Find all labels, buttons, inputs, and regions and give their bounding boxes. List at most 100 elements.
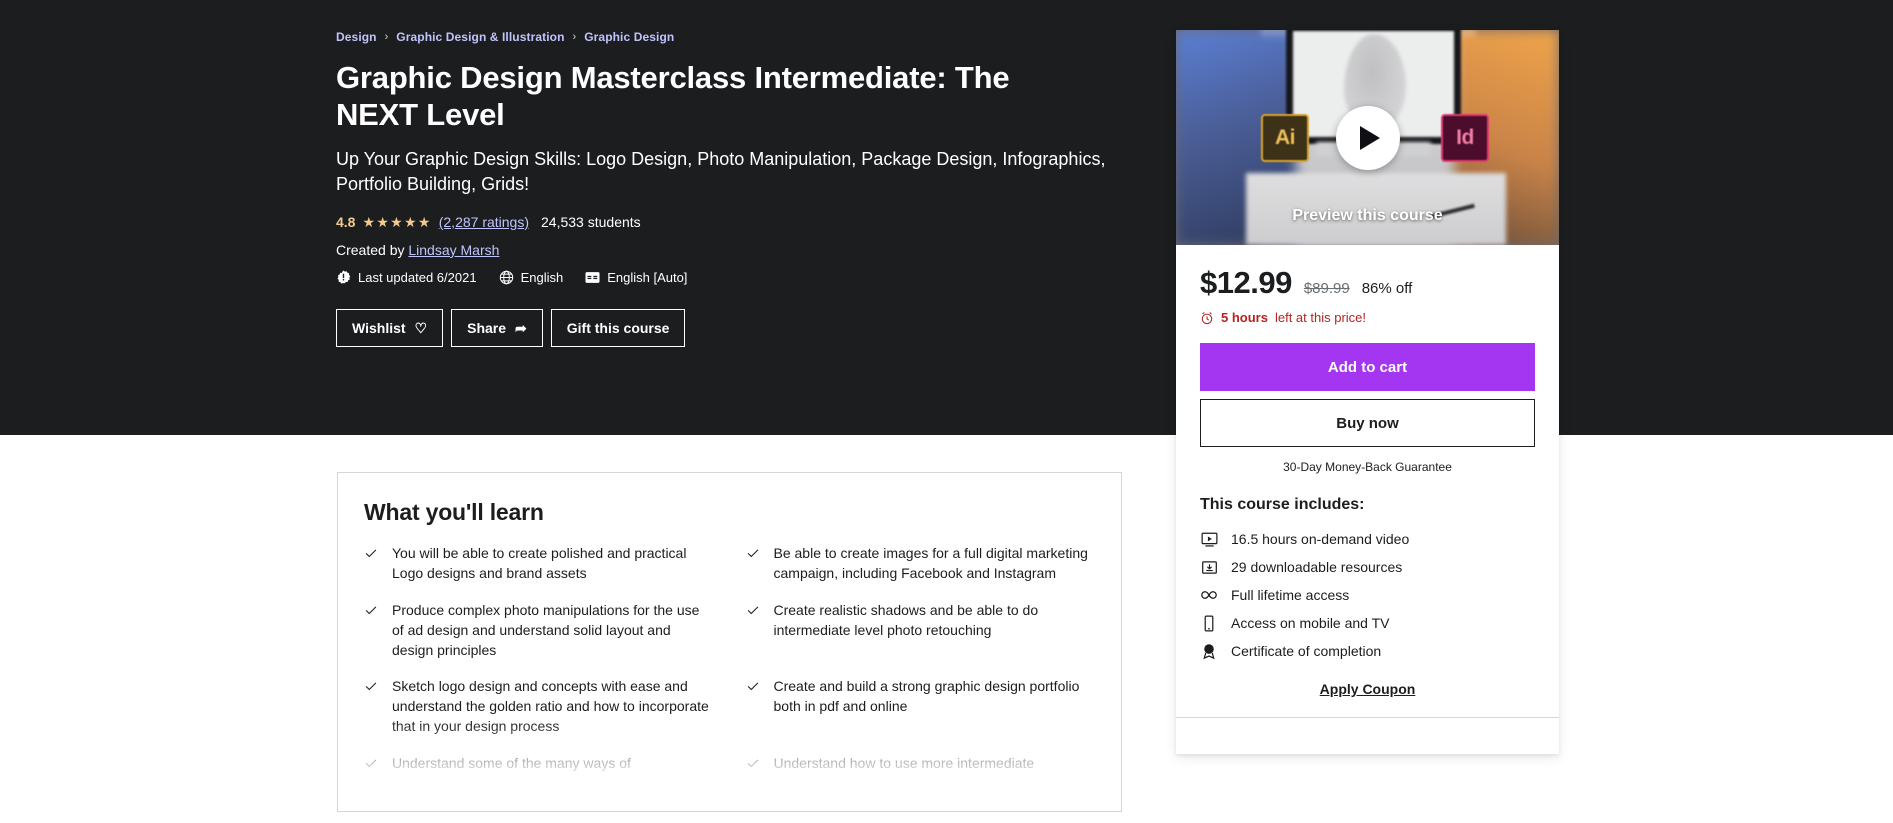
list-item: Sketch logo design and concepts with eas… — [364, 677, 714, 737]
play-icon[interactable] — [1335, 105, 1400, 170]
meta-captions: English [Auto] — [585, 270, 687, 285]
hero-content: Design › Graphic Design & Illustration ›… — [336, 30, 1136, 347]
list-item: You will be able to create polished and … — [364, 544, 714, 584]
check-icon — [746, 679, 760, 698]
students-count: 24,533 students — [541, 213, 641, 230]
learn-item-text: You will be able to create polished and … — [392, 545, 687, 581]
learn-item-text: Sketch logo design and concepts with eas… — [392, 678, 709, 735]
rating-row: 4.8 ★★★★★ (2,287 ratings) 24,533 student… — [336, 214, 1136, 230]
learn-item-text: Produce complex photo manipulations for … — [392, 601, 700, 658]
mobile-device-icon — [1200, 614, 1218, 632]
list-item: Understand how to use more intermediate — [746, 754, 1096, 775]
meta-last-updated: Last updated 6/2021 — [336, 270, 477, 285]
meta-language: English — [499, 269, 564, 285]
list-item: 29 downloadable resources — [1200, 553, 1535, 581]
includes-label: Access on mobile and TV — [1231, 615, 1390, 631]
what-you-will-learn-card: What you'll learn You will be able to cr… — [337, 472, 1122, 812]
breadcrumb-item-graphic-design-illustration[interactable]: Graphic Design & Illustration — [396, 30, 564, 44]
adobe-illustrator-icon: Ai — [1261, 114, 1309, 162]
this-course-includes-title: This course includes: — [1200, 496, 1365, 513]
created-by-label: Created by — [336, 241, 405, 258]
list-item: Produce complex photo manipulations for … — [364, 601, 714, 661]
learn-item-text: Understand some of the many ways of — [392, 755, 631, 771]
list-item: Certificate of completion — [1200, 637, 1535, 665]
check-icon — [364, 679, 378, 698]
course-meta-row: Last updated 6/2021 English English [Aut… — [336, 270, 1136, 285]
alarm-clock-icon — [1200, 311, 1214, 325]
list-item: Access on mobile and TV — [1200, 609, 1535, 637]
heart-icon: ♡ — [414, 319, 428, 336]
gift-course-button[interactable]: Gift this course — [550, 308, 686, 347]
list-item: Create and build a strong graphic design… — [746, 677, 1096, 737]
money-back-guarantee: 30-Day Money-Back Guarantee — [1283, 460, 1452, 474]
info-badge-icon — [336, 270, 351, 285]
infinity-icon — [1200, 586, 1218, 604]
includes-label: Full lifetime access — [1231, 587, 1350, 603]
meta-last-updated-label: Last updated 6/2021 — [358, 269, 477, 285]
includes-label: Certificate of completion — [1231, 643, 1382, 659]
list-item: Create realistic shadows and be able to … — [746, 601, 1096, 661]
check-icon — [364, 546, 378, 565]
download-box-icon — [1200, 558, 1218, 576]
breadcrumb-separator-icon: › — [572, 31, 577, 43]
breadcrumb: Design › Graphic Design & Illustration ›… — [336, 30, 1136, 44]
add-to-cart-button[interactable]: Add to cart — [1200, 343, 1535, 391]
instructor-link[interactable]: Lindsay Marsh — [408, 242, 499, 258]
breadcrumb-separator-icon: › — [384, 31, 389, 43]
globe-icon — [499, 270, 514, 285]
discount-percent: 86% off — [1361, 280, 1413, 297]
course-action-buttons: Wishlist ♡ Share ➦ Gift this course — [336, 308, 1136, 347]
check-icon — [746, 546, 760, 565]
urgency-time: 5 hours — [1221, 310, 1268, 325]
share-button[interactable]: Share ➦ — [451, 308, 543, 347]
course-hero-band: Design › Graphic Design & Illustration ›… — [0, 0, 1893, 435]
award-ribbon-icon — [1200, 642, 1218, 660]
course-subtitle: Up Your Graphic Design Skills: Logo Desi… — [336, 149, 1106, 194]
preview-course-label: Preview this course — [1292, 207, 1443, 224]
rating-value: 4.8 — [336, 213, 356, 230]
meta-captions-label: English [Auto] — [607, 269, 688, 285]
created-by-row: Created by Lindsay Marsh — [336, 242, 1136, 258]
learn-item-text: Create and build a strong graphic design… — [773, 678, 1080, 715]
page-title: Graphic Design Masterclass Intermediate:… — [336, 60, 1010, 132]
list-item: 16.5 hours on-demand video — [1200, 525, 1535, 553]
urgency-text: left at this price! — [1274, 310, 1367, 325]
price-row: $12.99 $89.99 86% off — [1200, 265, 1535, 301]
list-item: Understand some of the many ways of — [364, 754, 714, 775]
course-preview-video[interactable]: Ai Id Preview this course — [1176, 30, 1559, 245]
buy-now-button[interactable]: Buy now — [1200, 399, 1535, 447]
learn-item-text: Create realistic shadows and be able to … — [773, 601, 1039, 638]
meta-language-label: English — [520, 269, 564, 285]
learn-inner: What you'll learn You will be able to cr… — [338, 473, 1121, 811]
purchase-body: $12.99 $89.99 86% off 5 hours left at th… — [1176, 245, 1559, 717]
adobe-indesign-icon: Id — [1441, 114, 1489, 162]
star-rating-icon: ★★★★★ — [362, 213, 432, 230]
learn-item-text: Understand how to use more intermediate — [773, 755, 1035, 771]
check-icon — [364, 603, 378, 622]
list-item: Be able to create images for a full digi… — [746, 544, 1096, 584]
apply-coupon-row: Apply Coupon — [1200, 681, 1535, 717]
what-you-will-learn-title: What you'll learn — [364, 499, 544, 525]
purchase-sidebar: Ai Id Preview this course $12.99 $89.99 … — [1176, 30, 1559, 754]
current-price: $12.99 — [1200, 265, 1292, 300]
sidebar-footer-area — [1176, 718, 1559, 754]
share-arrow-icon: ➦ — [515, 319, 527, 336]
apply-coupon-link[interactable]: Apply Coupon — [1320, 681, 1416, 697]
learn-item-text: Be able to create images for a full digi… — [773, 545, 1088, 581]
closed-caption-icon — [585, 270, 600, 285]
ratings-count-link[interactable]: (2,287 ratings) — [439, 214, 529, 230]
wishlist-button-label: Wishlist — [352, 319, 406, 336]
course-includes-list: 16.5 hours on-demand video 29 downloadab… — [1200, 525, 1535, 665]
breadcrumb-item-design[interactable]: Design — [336, 30, 377, 44]
share-button-label: Share — [467, 319, 507, 336]
price-urgency-banner: 5 hours left at this price! — [1200, 310, 1535, 325]
original-price: $89.99 — [1303, 280, 1350, 297]
includes-label: 16.5 hours on-demand video — [1231, 531, 1410, 547]
list-item: Full lifetime access — [1200, 581, 1535, 609]
video-play-icon — [1200, 530, 1218, 548]
breadcrumb-item-graphic-design[interactable]: Graphic Design — [584, 30, 674, 44]
wishlist-button[interactable]: Wishlist ♡ — [336, 308, 444, 347]
includes-label: 29 downloadable resources — [1231, 559, 1403, 575]
course-landing-page: Design › Graphic Design & Illustration ›… — [0, 0, 1893, 823]
check-icon — [746, 603, 760, 622]
